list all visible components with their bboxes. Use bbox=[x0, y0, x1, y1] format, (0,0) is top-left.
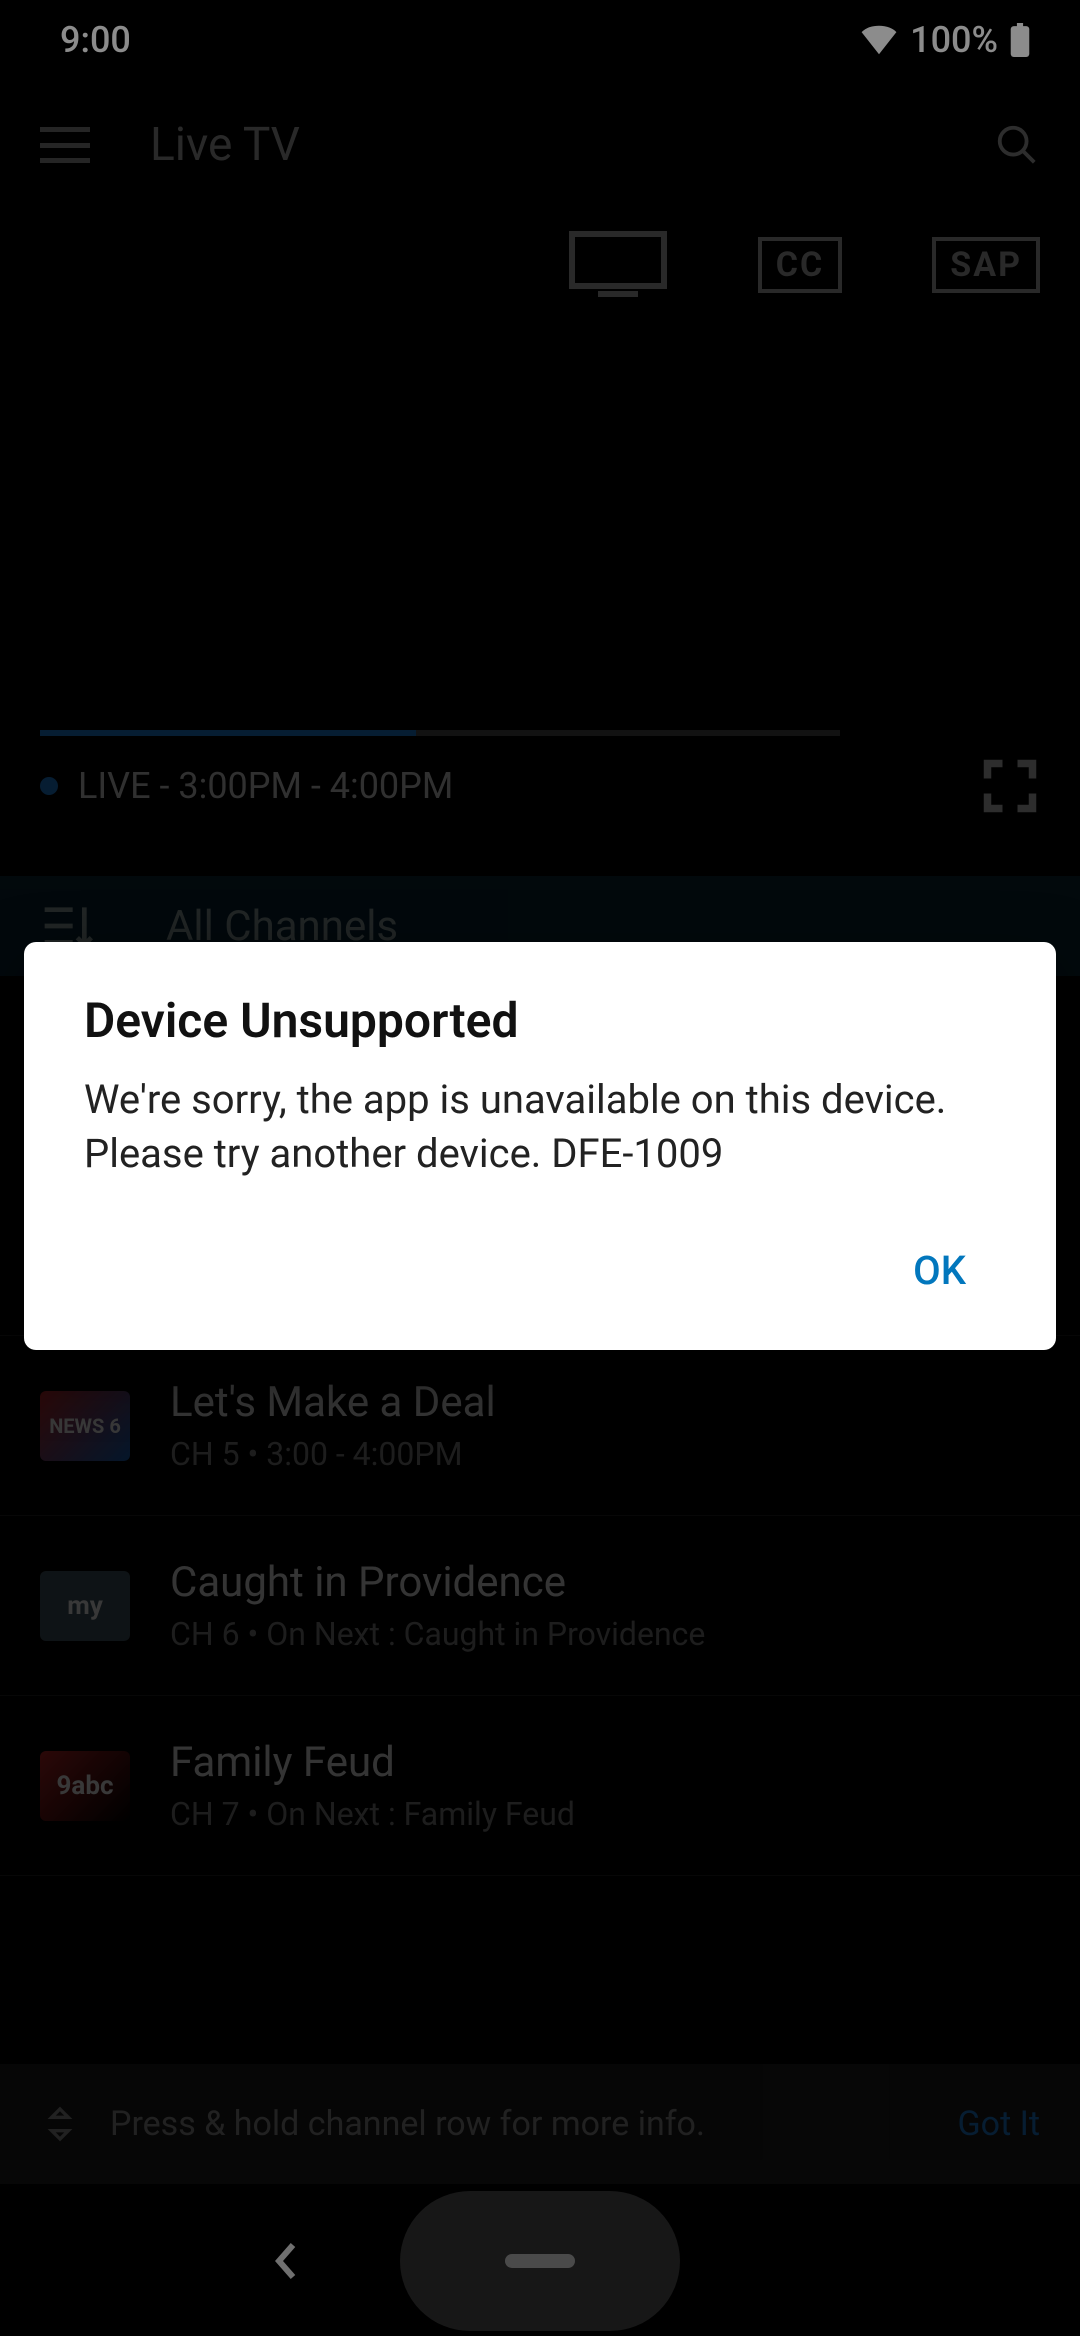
dialog-title: Device Unsupported bbox=[84, 992, 996, 1049]
error-dialog: Device Unsupported We're sorry, the app … bbox=[24, 942, 1056, 1350]
dialog-body: We're sorry, the app is unavailable on t… bbox=[84, 1073, 996, 1181]
ok-button[interactable]: OK bbox=[883, 1231, 996, 1310]
